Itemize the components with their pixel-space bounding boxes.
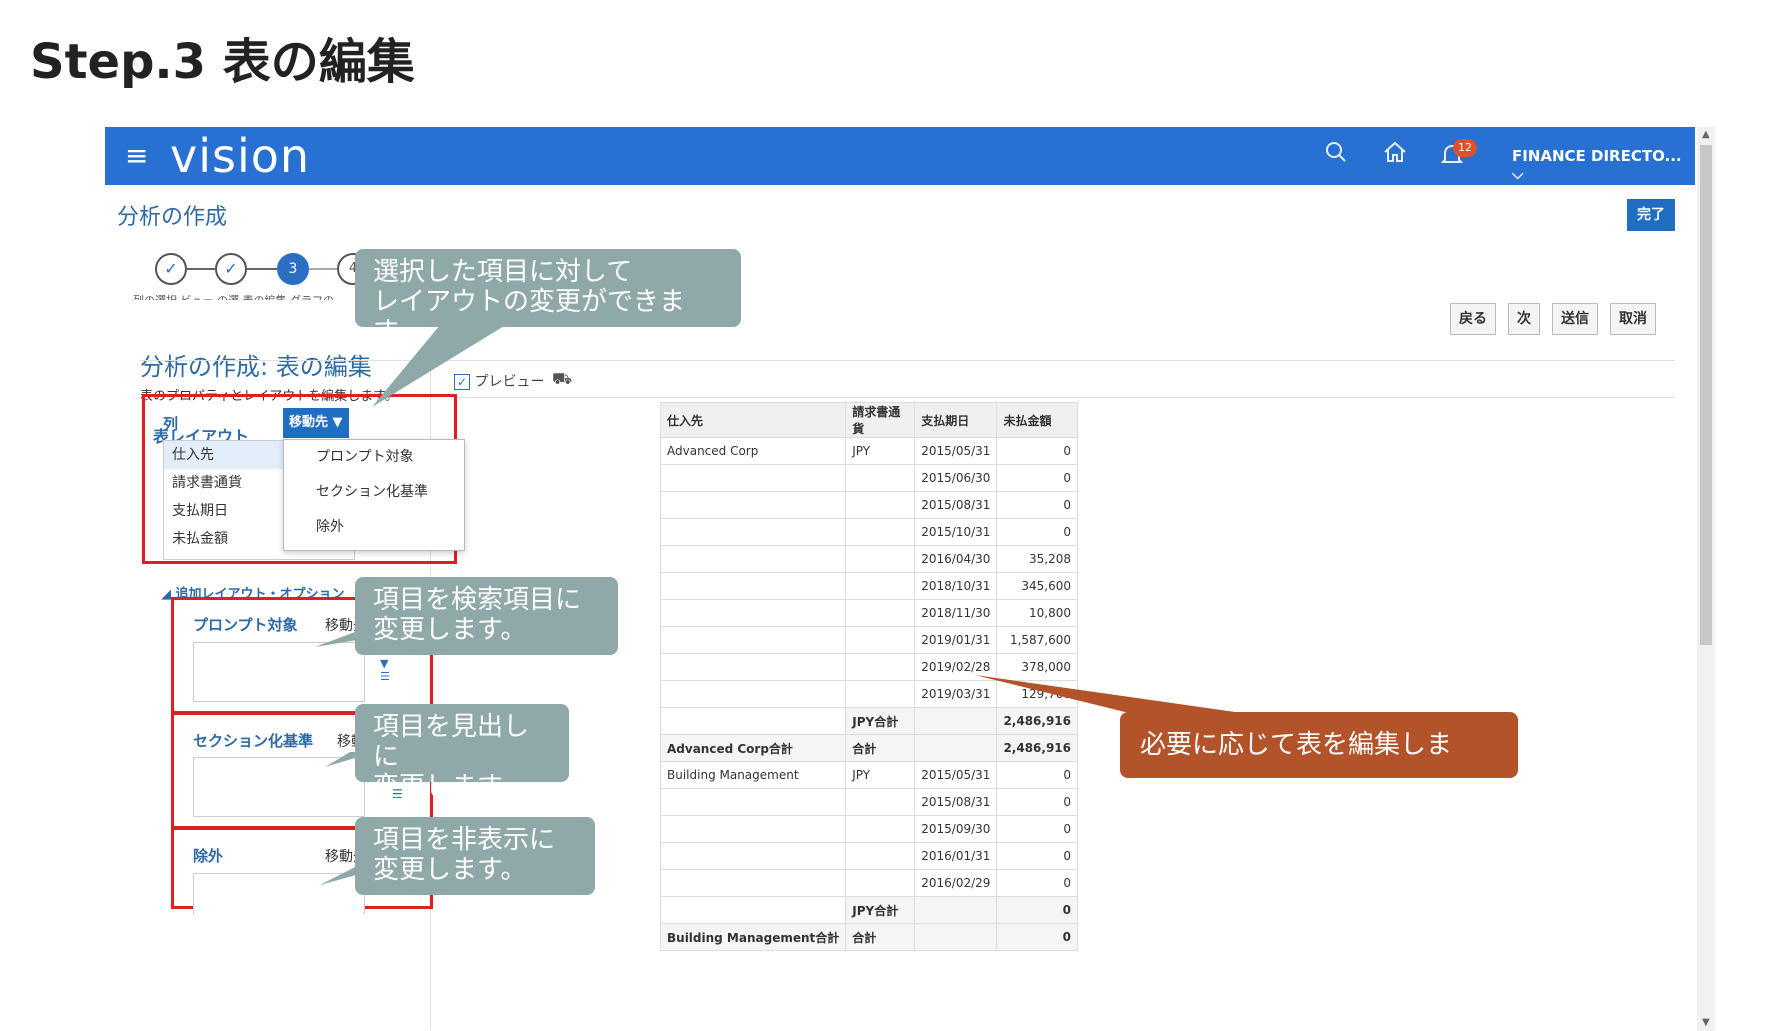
table-callout-pointer (975, 675, 1235, 712)
callout-line: 選択した項目に対して (373, 257, 633, 287)
section-callout: 項目を見出しに 変更します。 (355, 704, 569, 802)
callout-pointers (315, 307, 1235, 885)
callout-line: 項目を見出しに (373, 712, 530, 772)
callout-line: レイアウトの変更ができます。 (373, 287, 686, 347)
callout-line: 変更します。 (373, 855, 527, 885)
slide-title: Step.3 表の編集 (30, 34, 415, 90)
prompt-callout: 項目を検索項目に 変更します。 (355, 577, 618, 655)
table-callout: 必要に応じて表を編集します。 (1120, 712, 1518, 810)
callout-line: 項目を非表示に (373, 825, 556, 855)
app-screenshot: ≡ vision 12 FINANCE DIRECTO... ⌵ ▲ ▼ 分析の… (105, 127, 1715, 1031)
callout-line: 変更します。 (373, 772, 527, 802)
exclude-callout: 項目を非表示に 変更します。 (355, 817, 595, 895)
callout-line: 変更します。 (373, 615, 527, 645)
callout-line: 項目を検索項目に (373, 585, 582, 615)
layout-callout: 選択した項目に対して レイアウトの変更ができます。 (355, 249, 741, 347)
